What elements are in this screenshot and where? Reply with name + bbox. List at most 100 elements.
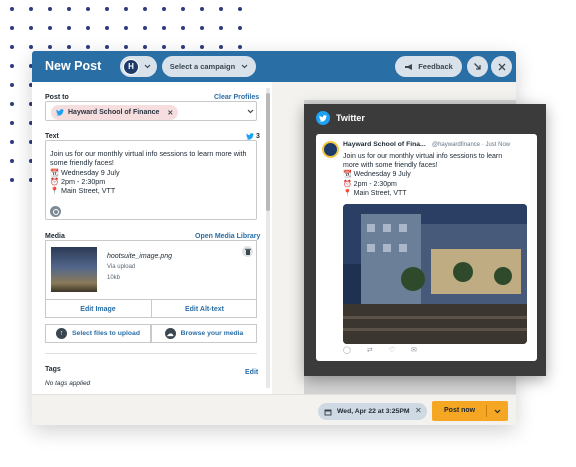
clear-profiles-link[interactable]: Clear Profiles bbox=[214, 94, 259, 101]
decorative-dot bbox=[162, 7, 166, 11]
decorative-dot bbox=[10, 64, 14, 68]
calendar-icon: 📆 bbox=[50, 167, 59, 177]
decorative-dot bbox=[162, 45, 166, 49]
decorative-dot bbox=[67, 7, 71, 11]
decorative-dot bbox=[181, 7, 185, 11]
megaphone-icon bbox=[405, 63, 413, 70]
open-media-library-link[interactable]: Open Media Library bbox=[195, 233, 260, 240]
text-label: Text bbox=[45, 133, 59, 140]
post-now-button[interactable]: Post now bbox=[432, 401, 508, 421]
decorative-dot bbox=[10, 121, 14, 125]
decorative-dot bbox=[238, 26, 242, 30]
compose-footer: Wed, Apr 22 at 3:25PM ✕ Post now bbox=[32, 394, 516, 425]
decorative-dot bbox=[219, 45, 223, 49]
share-icon[interactable]: ✉ bbox=[411, 346, 417, 354]
decorative-dot bbox=[143, 45, 147, 49]
decorative-dot bbox=[105, 7, 109, 11]
decorative-dot bbox=[238, 45, 242, 49]
avatar bbox=[322, 141, 339, 158]
decorative-dot bbox=[10, 159, 14, 163]
feedback-button[interactable]: Feedback bbox=[395, 56, 462, 77]
tags-label: Tags bbox=[45, 366, 61, 373]
trash-icon bbox=[244, 248, 251, 255]
emoji-button[interactable] bbox=[50, 206, 61, 217]
post-to-label: Post to bbox=[45, 94, 69, 101]
decorative-dot bbox=[105, 26, 109, 30]
reply-icon[interactable]: ◯ bbox=[343, 346, 351, 354]
minimize-icon bbox=[474, 63, 481, 70]
pin-icon: 📍 bbox=[50, 186, 59, 196]
profile-selector[interactable]: H bbox=[120, 56, 157, 77]
select-files-label: Select files to upload bbox=[72, 330, 140, 337]
emoji-icon bbox=[52, 208, 59, 215]
select-files-button[interactable]: ↑ Select files to upload bbox=[45, 324, 151, 343]
profile-avatar: H bbox=[123, 58, 139, 75]
decorative-dot bbox=[29, 26, 33, 30]
preview-network-title: Twitter bbox=[336, 113, 365, 123]
tweet-image bbox=[343, 204, 527, 344]
composer-scrollbar-thumb[interactable] bbox=[266, 93, 270, 211]
tweet-account-name: Hayward School of Fina... bbox=[343, 141, 426, 148]
retweet-icon[interactable]: ⇄ bbox=[367, 346, 373, 354]
page-title: New Post bbox=[45, 59, 102, 73]
twitter-icon bbox=[56, 109, 64, 116]
chevron-down-icon bbox=[241, 64, 248, 69]
edit-image-button[interactable]: Edit Image bbox=[45, 300, 151, 318]
decorative-dot bbox=[29, 45, 33, 49]
tweet-card: Hayward School of Fina... @haywardfinanc… bbox=[316, 134, 537, 361]
media-thumbnail[interactable] bbox=[51, 247, 97, 292]
tags-empty-text: No tags applied bbox=[45, 380, 91, 387]
decorative-dot bbox=[162, 26, 166, 30]
profile-chip[interactable]: Hayward School of Finance ✕ bbox=[51, 105, 179, 120]
tweet-line: Wednesday 9 July bbox=[353, 171, 411, 179]
twitter-icon bbox=[246, 133, 254, 140]
decorative-dot bbox=[10, 178, 14, 182]
twitter-preview-panel: Twitter Hayward School of Fina... @haywa… bbox=[304, 104, 546, 376]
decorative-dot bbox=[124, 45, 128, 49]
text-line: 2pm - 2:30pm bbox=[60, 176, 106, 186]
remove-profile-button[interactable]: ✕ bbox=[167, 109, 173, 117]
delete-media-button[interactable] bbox=[242, 246, 253, 257]
feedback-label: Feedback bbox=[418, 62, 453, 71]
minimize-button[interactable] bbox=[467, 56, 488, 77]
chevron-down-icon[interactable] bbox=[494, 409, 501, 414]
calendar-icon bbox=[324, 409, 332, 415]
close-button[interactable] bbox=[491, 56, 512, 77]
decorative-dot bbox=[86, 7, 90, 11]
schedule-pill[interactable]: Wed, Apr 22 at 3:25PM bbox=[318, 403, 427, 420]
chevron-down-icon[interactable] bbox=[247, 109, 254, 114]
compose-header: New Post H Select a campaign Feedback bbox=[32, 51, 516, 82]
text-line: Wednesday 9 July bbox=[60, 167, 120, 177]
decorative-dot bbox=[10, 7, 14, 11]
decorative-dot bbox=[124, 26, 128, 30]
decorative-dot bbox=[10, 140, 14, 144]
tweet-handle: @haywardfinance bbox=[432, 141, 481, 148]
alarm-clock-icon: ⏰ bbox=[50, 176, 59, 186]
clear-schedule-button[interactable]: ✕ bbox=[415, 406, 422, 415]
decorative-dot bbox=[67, 26, 71, 30]
pin-icon: 📍 bbox=[343, 189, 352, 197]
tweet-line: 2pm - 2:30pm bbox=[353, 180, 397, 188]
decorative-dot bbox=[219, 7, 223, 11]
tweet-actions: ◯ ⇄ ♡ ✉ bbox=[343, 346, 417, 354]
edit-tags-link[interactable]: Edit bbox=[245, 369, 258, 376]
profile-chip-label: Hayward School of Finance bbox=[68, 109, 160, 116]
calendar-icon: 📆 bbox=[343, 171, 352, 179]
tweet-line: more with some friendly faces! bbox=[343, 162, 438, 170]
divider bbox=[45, 353, 257, 354]
post-now-label: Post now bbox=[444, 407, 476, 414]
character-count: 3 bbox=[256, 133, 260, 140]
campaign-selector[interactable]: Select a campaign bbox=[162, 56, 256, 77]
media-file-name: hootsuite_image.png bbox=[107, 253, 172, 260]
like-icon[interactable]: ♡ bbox=[389, 346, 395, 354]
text-line: some friendly faces! bbox=[50, 158, 114, 168]
decorative-dot bbox=[48, 7, 52, 11]
post-text-content[interactable]: Join us for our monthly virtual info ses… bbox=[50, 149, 250, 195]
tweet-line: Join us for our monthly virtual info ses… bbox=[343, 153, 503, 160]
chevron-down-icon bbox=[144, 64, 151, 69]
browse-media-button[interactable]: ☁ Browse your media bbox=[151, 324, 257, 343]
schedule-label: Wed, Apr 22 at 3:25PM bbox=[337, 408, 410, 415]
media-file-source: Via upload bbox=[107, 264, 136, 270]
decorative-dot bbox=[200, 26, 204, 30]
edit-alt-text-button[interactable]: Edit Alt-text bbox=[152, 300, 257, 318]
